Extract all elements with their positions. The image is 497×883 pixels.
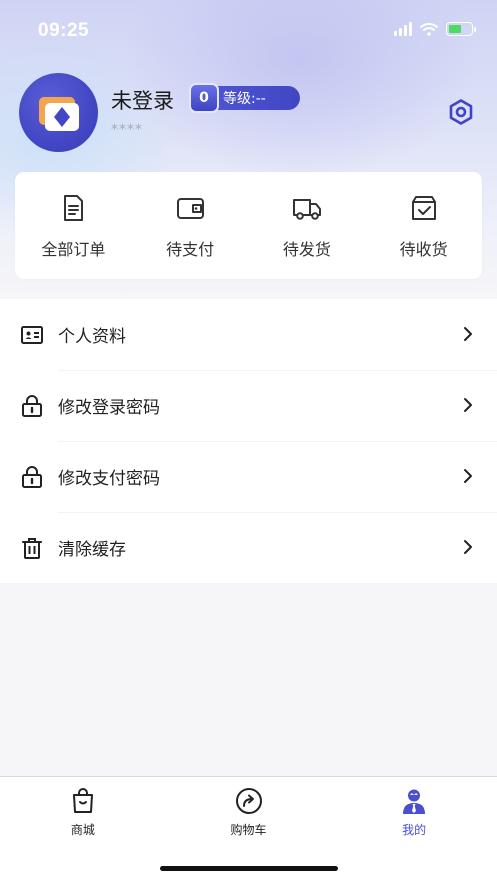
- wifi-icon: [420, 23, 438, 36]
- wallet-icon: [177, 198, 205, 219]
- status-icons: [394, 22, 476, 36]
- truck-icon: [292, 199, 321, 220]
- level-number: 0: [199, 90, 209, 106]
- chevron-right-icon: [464, 327, 472, 341]
- order-list-icon: [64, 195, 84, 221]
- settings-icon[interactable]: [447, 98, 475, 126]
- menu-label-clear-cache: 清除缓存: [58, 540, 126, 560]
- orders-panel: 全部订单 待支付 待发货 待收货: [15, 172, 482, 279]
- order-pending-payment-button[interactable]: 待支付: [132, 172, 249, 279]
- tab-label-mine: 我的: [402, 823, 427, 837]
- lock-icon: [22, 465, 42, 488]
- settings-menu: 个人资料 修改登录密码 修改支付密码 清除缓存: [0, 299, 497, 583]
- menu-item-payment-password[interactable]: 修改支付密码: [0, 441, 497, 512]
- battery-icon: [446, 22, 476, 36]
- user-subtitle: ****: [111, 122, 143, 138]
- tab-mine[interactable]: 我的: [331, 777, 497, 883]
- level-text: 等级:--: [223, 91, 266, 107]
- avatar[interactable]: [19, 73, 98, 152]
- level-icon: 0: [189, 83, 219, 113]
- order-pending-payment-label: 待支付: [166, 240, 215, 259]
- menu-label-login-password: 修改登录密码: [58, 398, 160, 418]
- logo-icon: [38, 96, 79, 131]
- signal-icon: [394, 22, 412, 36]
- id-card-icon: [21, 325, 43, 344]
- lock-icon: [22, 394, 42, 417]
- menu-item-clear-cache[interactable]: 清除缓存: [0, 512, 497, 583]
- home-indicator: [160, 866, 338, 871]
- tab-label-mall: 商城: [70, 823, 95, 837]
- chevron-right-icon: [464, 540, 472, 554]
- status-bar: 09:25: [0, 0, 497, 62]
- order-pending-receipt-label: 待收货: [399, 240, 448, 259]
- order-all-button[interactable]: 全部订单: [15, 172, 132, 279]
- menu-label-profile: 个人资料: [58, 327, 126, 347]
- chevron-right-icon: [464, 469, 472, 483]
- tab-label-cart: 购物车: [230, 823, 267, 837]
- menu-item-login-password[interactable]: 修改登录密码: [0, 370, 497, 441]
- tab-mall[interactable]: 商城: [0, 777, 166, 883]
- profile-section: 未登录 0 等级:-- ****: [0, 70, 497, 160]
- box-check-icon: [411, 196, 436, 220]
- user-icon: [403, 789, 426, 814]
- chevron-right-icon: [464, 398, 472, 412]
- status-time: 09:25: [38, 20, 90, 41]
- share-circle-icon: [235, 788, 262, 814]
- order-pending-shipment-label: 待发货: [282, 240, 331, 259]
- order-all-label: 全部订单: [41, 240, 106, 259]
- level-badge: 0 等级:--: [189, 83, 300, 113]
- order-pending-shipment-button[interactable]: 待发货: [249, 172, 366, 279]
- username[interactable]: 未登录: [111, 85, 174, 115]
- trash-icon: [22, 537, 42, 559]
- shopping-bag-icon: [72, 788, 93, 813]
- order-pending-receipt-button[interactable]: 待收货: [365, 172, 482, 279]
- menu-label-payment-password: 修改支付密码: [58, 469, 160, 489]
- menu-item-profile[interactable]: 个人资料: [0, 299, 497, 370]
